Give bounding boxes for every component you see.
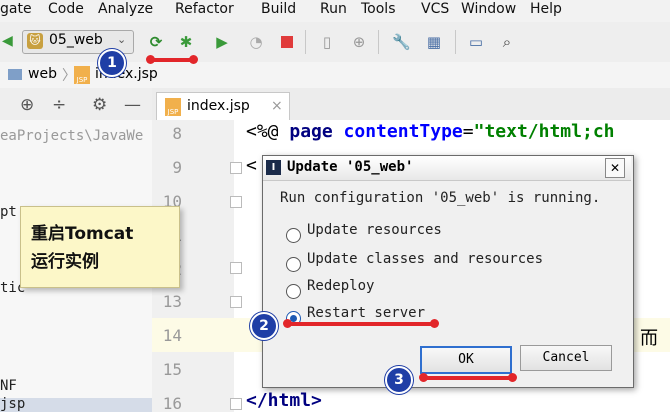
project-structure-icon[interactable]: ▦ xyxy=(425,33,443,51)
fold-marker-icon[interactable] xyxy=(230,162,242,174)
profile-icon[interactable]: ◔ xyxy=(247,33,265,51)
tab-index-jsp[interactable]: JSP index.jsp × xyxy=(156,92,290,121)
radio-button[interactable] xyxy=(286,228,301,243)
tab-label: index.jsp xyxy=(187,98,250,114)
option-label: Update classes and resources xyxy=(307,251,544,267)
wrench-icon[interactable]: 🔧 xyxy=(392,33,411,51)
toolbar-divider xyxy=(305,30,306,54)
tomcat-icon: 🐱 xyxy=(27,33,43,49)
collapse-all-icon[interactable]: ÷ xyxy=(52,95,66,115)
code-token: <%@ xyxy=(246,121,290,142)
close-tab-icon[interactable]: × xyxy=(271,98,283,114)
folder-icon xyxy=(8,69,22,80)
code-line-9: < xyxy=(246,155,257,176)
line-number: 8 xyxy=(172,124,182,143)
marker-dot xyxy=(508,373,517,382)
menu-run[interactable]: Run xyxy=(320,1,347,17)
stop-icon[interactable] xyxy=(281,36,293,48)
code-token: "text/html;ch xyxy=(473,121,615,142)
menu-window[interactable]: Window xyxy=(461,1,516,17)
tree-selected-row[interactable]: jsp xyxy=(0,396,152,412)
marker-dot xyxy=(430,319,439,328)
marker-line xyxy=(423,376,513,380)
option-update-resources[interactable]: Update resources xyxy=(286,222,586,244)
tree-item-fragment[interactable]: pt xyxy=(0,204,17,220)
code-token: contentType xyxy=(343,121,463,142)
run-coverage-icon[interactable]: ▶ xyxy=(213,33,231,51)
line-number: 15 xyxy=(162,360,182,379)
tree-item-fragment: jsp xyxy=(0,396,26,412)
dialog-title-bar: I Update '05_web' ✕ xyxy=(263,156,631,181)
line-number: 16 xyxy=(162,394,182,413)
line-number: 14 xyxy=(162,326,182,345)
breadcrumb-folder[interactable]: web xyxy=(28,66,57,82)
fold-marker-icon[interactable] xyxy=(230,398,242,410)
step-badge-2: 2 xyxy=(250,312,278,340)
menu-bar: gate Code Analyze Refactor Build Run Too… xyxy=(0,0,670,23)
marker-dot xyxy=(189,55,198,64)
step-badge-3: 3 xyxy=(385,366,413,394)
menu-refactor[interactable]: Refactor xyxy=(175,1,234,17)
terminal-icon[interactable]: ▭ xyxy=(467,33,485,51)
code-token: page xyxy=(289,121,344,142)
device-icon[interactable]: ▯ xyxy=(318,33,336,51)
locate-icon[interactable]: ⊕ xyxy=(20,95,34,115)
code-line-14-tail: 而 xyxy=(640,328,658,349)
line-number: 13 xyxy=(162,292,182,311)
fold-marker-icon[interactable] xyxy=(230,296,242,308)
menu-build[interactable]: Build xyxy=(261,1,296,17)
gear-icon[interactable]: ⚙ xyxy=(92,95,107,115)
dialog-title: Update '05_web' xyxy=(287,159,414,175)
dialog-message: Run configuration '05_web' is running. xyxy=(280,190,601,206)
menu-tools[interactable]: Tools xyxy=(361,1,396,17)
menu-help[interactable]: Help xyxy=(530,1,562,17)
ok-button[interactable]: OK xyxy=(420,346,512,374)
line-number: 9 xyxy=(172,158,182,177)
tree-item-fragment[interactable]: NF xyxy=(0,378,17,394)
marker-line xyxy=(287,322,435,326)
jsp-file-icon: JSP xyxy=(74,66,90,84)
code-line-8: <%@ page contentType="text/html;ch xyxy=(246,121,615,142)
toolbar-divider xyxy=(378,30,379,54)
marker-dot xyxy=(283,319,292,328)
debug-icon[interactable]: ✱ xyxy=(177,33,195,51)
toolbar-divider xyxy=(455,30,456,54)
option-redeploy[interactable]: Redeploy xyxy=(286,278,586,300)
note-line-2: 运行实例 xyxy=(31,252,99,272)
run-config-label: 05_web xyxy=(49,32,103,48)
search-icon[interactable]: ⌕ xyxy=(498,33,516,51)
option-update-classes[interactable]: Update classes and resources xyxy=(286,251,586,273)
jsp-file-icon: JSP xyxy=(165,98,181,116)
intellij-icon: I xyxy=(266,160,281,175)
note-line-1: 重启Tomcat xyxy=(31,224,134,244)
cancel-button[interactable]: Cancel xyxy=(520,345,612,371)
fold-marker-icon[interactable] xyxy=(230,262,242,274)
annotation-note: 重启Tomcat 运行实例 xyxy=(20,206,180,288)
attach-icon[interactable]: ⊕ xyxy=(350,33,368,51)
code-token: = xyxy=(462,121,474,142)
close-icon[interactable]: ✕ xyxy=(605,158,625,178)
step-badge-1: 1 xyxy=(98,49,126,77)
marker-dot xyxy=(146,55,155,64)
menu-vcs[interactable]: VCS xyxy=(421,1,449,17)
menu-navigate[interactable]: gate xyxy=(0,1,32,17)
project-path: eaProjects\JavaWe xyxy=(0,128,144,144)
minimize-icon[interactable]: — xyxy=(124,95,141,115)
marker-dot xyxy=(419,373,428,382)
fold-marker-icon[interactable] xyxy=(230,196,242,208)
back-arrow-icon[interactable]: ◀ xyxy=(2,33,13,49)
menu-analyze[interactable]: Analyze xyxy=(98,1,153,17)
option-label: Redeploy xyxy=(307,278,375,294)
radio-button[interactable] xyxy=(286,257,301,272)
menu-code[interactable]: Code xyxy=(48,1,84,17)
option-label: Update resources xyxy=(307,222,442,238)
marker-line xyxy=(150,58,194,62)
code-line-16: </html> xyxy=(246,390,322,411)
chevron-down-icon: ⌄ xyxy=(117,33,127,46)
radio-button[interactable] xyxy=(286,284,301,299)
option-label: Restart server xyxy=(307,305,426,321)
rerun-icon[interactable]: ⟳ xyxy=(147,33,165,51)
